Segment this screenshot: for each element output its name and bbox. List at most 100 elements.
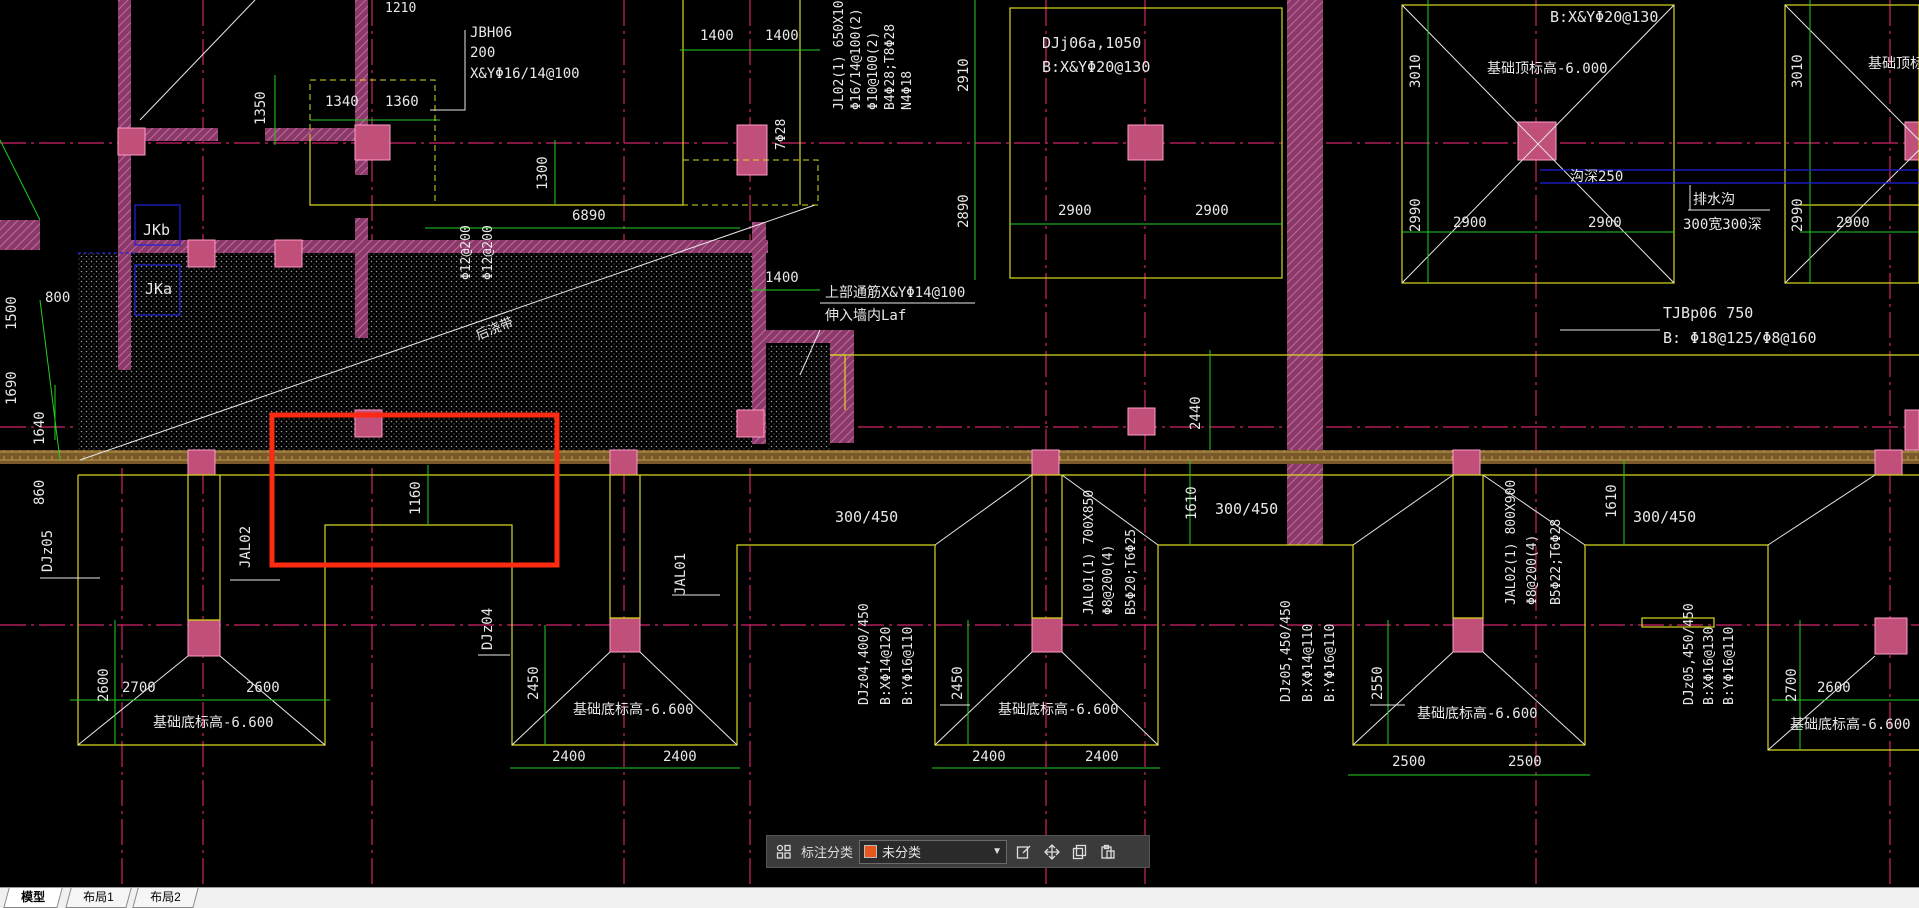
tab-model[interactable]: 模型 (3, 888, 63, 908)
label-860: 860 (32, 480, 48, 505)
label-elev-b3: 基础底标高-6.600 (998, 701, 1119, 718)
label-1610b: 1610 (1604, 484, 1620, 518)
cad-drawing-canvas[interactable]: JBH06 200 X&YΦ16/14@100 1210 1340 1360 1… (0, 0, 1919, 887)
label-2500a: 2500 (1392, 754, 1426, 770)
slab-area (78, 253, 830, 450)
label-2600c: 2600 (1817, 680, 1851, 696)
label-trench: 沟深250 (1570, 169, 1623, 185)
label-anchor: 伸入墙内Laf (825, 308, 906, 324)
label-djz05b: DJz05,450/450 (1279, 600, 1294, 702)
label-2900e: 2900 (1836, 215, 1870, 231)
label-1300: 1300 (535, 156, 551, 190)
label-1400a: 1400 (700, 28, 734, 44)
label-jal02b: JAL02(1) 800X900 (1504, 480, 1519, 605)
label-2400d: 2400 (1085, 749, 1119, 765)
label-elev1: 基础顶标高-6.000 (1487, 60, 1608, 77)
edit-icon[interactable] (1013, 841, 1035, 863)
label-djz04b-x: B:XΦ14@120 (879, 627, 894, 705)
label-1210: 1210 (385, 1, 416, 16)
label-1610a: 1610 (1184, 486, 1200, 520)
label-1400c: 1400 (765, 270, 799, 286)
label-2900a: 2900 (1058, 203, 1092, 219)
label-tjbp06: TJBp06 750 (1663, 304, 1753, 322)
label-tjbp06-b: B: Φ18@125/Φ8@160 (1663, 329, 1817, 347)
label-jbh06-rebar: X&YΦ16/14@100 (470, 66, 580, 82)
label-djz05c-x: B:XΦ16@130 (1702, 627, 1717, 705)
label-2550: 2550 (1370, 666, 1386, 700)
label-dj06a-b: B:X&YΦ20@130 (1042, 58, 1150, 76)
tab-layout1[interactable]: 布局1 (65, 888, 132, 908)
label-elev-b1: 基础底标高-6.600 (153, 714, 274, 731)
tab-layout2[interactable]: 布局2 (132, 888, 199, 908)
grid-icon[interactable] (773, 841, 795, 863)
label-elev2: 基础顶标高 (1868, 55, 1919, 72)
label-jal02b-b: Φ8@200(4) (1525, 535, 1540, 605)
label-2900b: 2900 (1195, 203, 1229, 219)
label-2890: 2890 (956, 194, 972, 228)
label-elev-b5: 基础底标高-6.600 (1790, 716, 1911, 733)
label-2900c: 2900 (1453, 215, 1487, 231)
label-djz04b: DJz04,400/450 (857, 603, 872, 705)
annotation-category-select[interactable]: 未分类 ▼ (859, 839, 1008, 864)
label-top-b: B:X&YΦ20@130 (1550, 8, 1658, 26)
label-djz05a: DJz05 (40, 530, 56, 572)
label-drain-size: 300宽300深 (1683, 216, 1762, 233)
label-djz04b-y: B:YΦ16@110 (901, 627, 916, 705)
annotation-category-label: 标注分类 (801, 845, 854, 860)
label-jal01b: JAL01(1) 700X850 (1082, 490, 1097, 615)
label-2500b: 2500 (1508, 754, 1542, 770)
paste-icon[interactable] (1097, 841, 1119, 863)
label-jal01b-b: Φ8@200(4) (1101, 545, 1116, 615)
category-color-swatch (864, 845, 878, 858)
label-jl02: JL02(1) 650X1050 (832, 0, 847, 110)
label-2450b: 2450 (950, 666, 966, 700)
annotation-category-value: 未分类 (882, 845, 922, 860)
label-2600a: 2600 (96, 668, 112, 702)
label-1400b: 1400 (765, 28, 799, 44)
label-1640: 1640 (32, 411, 48, 445)
label-300-450c: 300/450 (1633, 508, 1696, 526)
label-djz04: DJz04 (480, 608, 496, 650)
label-2400b: 2400 (663, 749, 697, 765)
label-2700a: 2700 (122, 680, 156, 696)
label-2990b: 2990 (1790, 198, 1806, 232)
label-vrebar2: Φ12@200 (481, 225, 496, 280)
move-icon[interactable] (1041, 841, 1063, 863)
label-1500: 1500 (4, 296, 20, 330)
label-jl02-b: Φ16/14@100(2) (849, 8, 864, 110)
label-elev-b2: 基础底标高-6.600 (573, 701, 694, 718)
label-jka: JKa (145, 280, 172, 298)
label-2400a: 2400 (552, 749, 586, 765)
label-top-rebar: 上部通筋X&YΦ14@100 (825, 284, 965, 301)
label-800: 800 (45, 290, 70, 306)
label-2910: 2910 (956, 58, 972, 92)
label-2450a: 2450 (526, 666, 542, 700)
annotation-toolbar: 标注分类 未分类 ▼ (766, 835, 1150, 868)
label-jl02-c: Φ10@100(2) (866, 32, 881, 110)
label-jl02-d: B4Φ28;T8Φ28 (883, 24, 898, 110)
label-2400c: 2400 (972, 749, 1006, 765)
layout-tab-bar: 模型 布局1 布局2 (0, 887, 1919, 908)
label-1360: 1360 (385, 94, 419, 110)
copy-icon[interactable] (1069, 841, 1091, 863)
label-djz05b-y: B:YΦ16@110 (1323, 624, 1338, 702)
label-jl02-e: N4Φ18 (900, 71, 915, 110)
label-jal02a: JAL02 (238, 526, 254, 568)
label-jal01: JAL01 (673, 553, 689, 595)
label-1340: 1340 (325, 94, 359, 110)
label-dj06a: DJj06a,1050 (1042, 34, 1141, 52)
label-2440: 2440 (1188, 396, 1204, 430)
label-6890: 6890 (572, 208, 606, 224)
label-jal02b-c: B5Φ22;T6Φ28 (1549, 519, 1564, 605)
label-jbh06: JBH06 (470, 25, 512, 41)
label-2600b: 2600 (246, 680, 280, 696)
label-2900d: 2900 (1588, 215, 1622, 231)
label-djz05b-x: B:XΦ14@110 (1301, 624, 1316, 702)
label-1350: 1350 (253, 91, 269, 125)
label-vrebar1: Φ12@200 (459, 225, 474, 280)
label-elev-b4: 基础底标高-6.600 (1417, 705, 1538, 722)
label-3010a: 3010 (1408, 54, 1424, 88)
label-2990a: 2990 (1408, 198, 1424, 232)
label-3010b: 3010 (1790, 54, 1806, 88)
label-djz05c: DJz05,450/450 (1682, 603, 1697, 705)
